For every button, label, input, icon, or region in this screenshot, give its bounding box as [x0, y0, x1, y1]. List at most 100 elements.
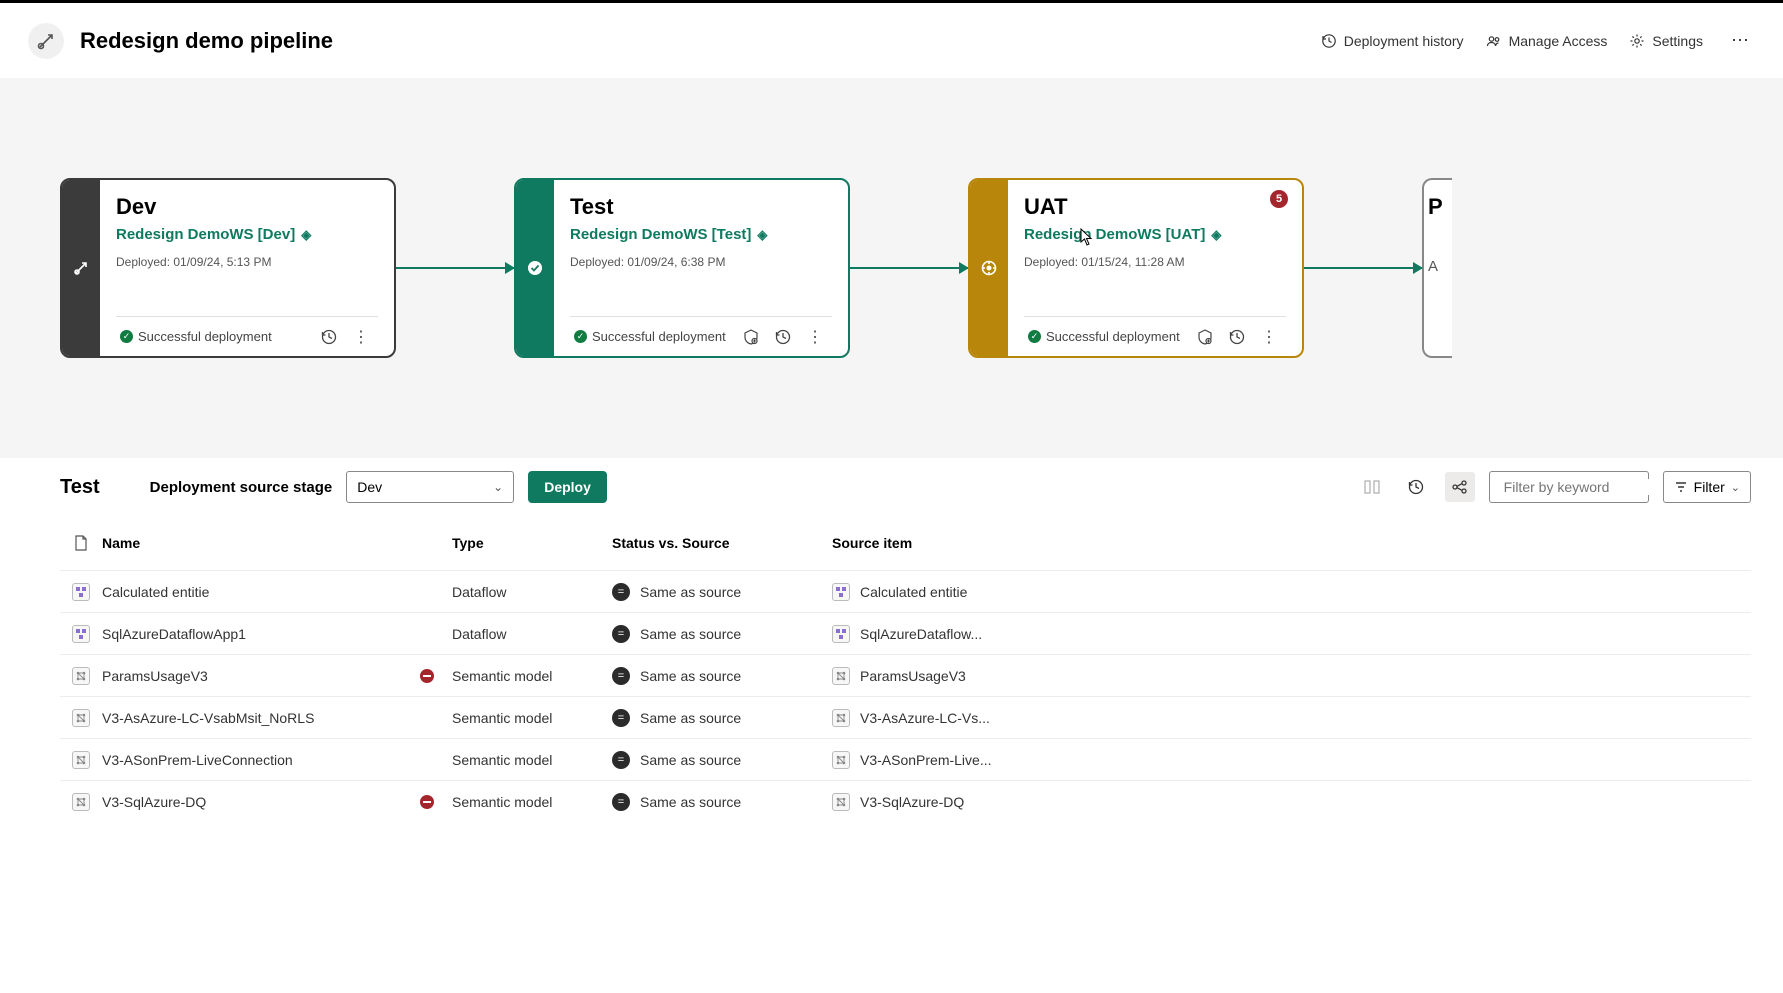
source-item-type-icon	[832, 793, 850, 811]
item-type-icon	[72, 667, 90, 685]
item-name: V3-ASonPrem-LiveConnection	[102, 752, 293, 768]
column-name[interactable]: Name	[102, 535, 452, 551]
arrow-test-to-uat	[850, 267, 968, 269]
item-name: ParamsUsageV3	[102, 668, 208, 684]
stage-workspace-link[interactable]: Redesign DemoWS [UAT] ◈	[1024, 226, 1286, 243]
item-type-icon	[72, 751, 90, 769]
item-status: Same as source	[640, 626, 741, 642]
app-header: Redesign demo pipeline Deployment histor…	[0, 3, 1783, 78]
item-status: Same as source	[640, 794, 741, 810]
pipeline-canvas: Dev Redesign DemoWS [Dev] ◈ Deployed: 01…	[0, 78, 1783, 458]
item-type: Semantic model	[452, 668, 612, 684]
source-item-type-icon	[832, 751, 850, 769]
table-row[interactable]: Calculated entitie Dataflow= Same as sourc…	[60, 570, 1751, 612]
item-name: SqlAzureDataflowApp1	[102, 626, 246, 642]
source-item-name: V3-ASonPrem-Live...	[860, 752, 992, 768]
item-name: V3-AsAzure-LC-VsabMsit_NoRLS	[102, 710, 314, 726]
history-icon	[1321, 33, 1337, 49]
items-table: Name Type Status vs. Source Source item …	[0, 516, 1783, 822]
stage-deployed-text: Deployed: 01/15/24, 11:28 AM	[1024, 255, 1286, 269]
stage-rules-button[interactable]	[738, 324, 764, 350]
same-as-source-icon: =	[612, 793, 630, 811]
header-actions: Deployment history Manage Access Setting…	[1321, 30, 1755, 51]
success-icon: ✓	[120, 330, 133, 343]
stage-history-button[interactable]	[316, 324, 342, 350]
item-type: Dataflow	[452, 626, 612, 642]
stage-test[interactable]: Test Redesign DemoWS [Test] ◈ Deployed: …	[514, 178, 850, 358]
item-type: Semantic model	[452, 710, 612, 726]
warning-icon	[420, 669, 434, 683]
item-type: Semantic model	[452, 752, 612, 768]
file-icon	[74, 535, 88, 551]
table-header: Name Type Status vs. Source Source item	[60, 516, 1751, 570]
stage-name: Test	[570, 194, 832, 220]
table-row[interactable]: V3-SqlAzure-DQSemantic model=Same as sou…	[60, 780, 1751, 822]
stage-deployed-text: Deployed: 01/09/24, 6:38 PM	[570, 255, 832, 269]
pipeline-icon	[28, 23, 64, 59]
lineage-view-button[interactable]	[1445, 472, 1475, 502]
premium-icon: ◈	[1211, 227, 1221, 243]
filter-button[interactable]: Filter ⌄	[1663, 471, 1751, 503]
column-source[interactable]: Source item	[832, 535, 1052, 551]
stage-workspace-link[interactable]: Redesign DemoWS [Dev] ◈	[116, 226, 378, 243]
column-status[interactable]: Status vs. Source	[612, 535, 832, 551]
stage-more-button[interactable]: ⋮	[348, 324, 374, 350]
compare-view-button[interactable]	[1357, 472, 1387, 502]
detail-toolbar: Test Deployment source stage Dev ⌄ Deplo…	[0, 458, 1783, 516]
item-name: V3-SqlAzure-DQ	[102, 794, 206, 810]
item-type: Dataflow	[452, 584, 612, 600]
stage-name: Dev	[116, 194, 378, 220]
table-row[interactable]: V3-AsAzure-LC-VsabMsit_NoRLS Semantic mod…	[60, 696, 1751, 738]
same-as-source-icon: =	[612, 583, 630, 601]
stage-more-button[interactable]: ⋮	[802, 324, 828, 350]
warning-icon	[420, 795, 434, 809]
item-type-icon	[72, 709, 90, 727]
manage-access-link[interactable]: Manage Access	[1486, 33, 1608, 49]
item-type-icon	[72, 793, 90, 811]
deploy-button[interactable]: Deploy	[528, 471, 607, 503]
source-item-type-icon	[832, 583, 850, 601]
stage-rules-button[interactable]	[1192, 324, 1218, 350]
column-type[interactable]: Type	[452, 535, 612, 551]
stage-deployed-text: Deployed: 01/09/24, 5:13 PM	[116, 255, 378, 269]
premium-icon: ◈	[301, 227, 311, 243]
same-as-source-icon: =	[612, 709, 630, 727]
stage-status: ✓ Successful deployment	[574, 329, 732, 344]
stage-workspace-link[interactable]: Redesign DemoWS [Test] ◈	[570, 226, 832, 243]
stage-status: ✓ Successful deployment	[120, 329, 310, 344]
history-view-button[interactable]	[1401, 472, 1431, 502]
selected-stage-label: Test	[60, 476, 100, 499]
arrow-uat-to-prod	[1304, 267, 1422, 269]
search-input[interactable]	[1489, 471, 1649, 503]
stage-dev[interactable]: Dev Redesign DemoWS [Dev] ◈ Deployed: 01…	[60, 178, 396, 358]
success-icon: ✓	[1028, 330, 1041, 343]
table-row[interactable]: SqlAzureDataflowApp1Dataflow=Same as sou…	[60, 612, 1751, 654]
stage-uat-side-icon	[970, 180, 1008, 356]
source-stage-select[interactable]: Dev ⌄	[346, 471, 514, 503]
item-status: Same as source	[640, 584, 741, 600]
item-status: Same as source	[640, 668, 741, 684]
premium-icon: ◈	[757, 227, 767, 243]
success-icon: ✓	[574, 330, 587, 343]
stage-prod-partial[interactable]: P A	[1422, 178, 1452, 358]
deployment-history-link[interactable]: Deployment history	[1321, 33, 1464, 49]
stage-dev-side-icon	[62, 180, 100, 356]
filter-icon	[1674, 480, 1688, 494]
chevron-down-icon: ⌄	[1731, 481, 1740, 494]
stage-history-button[interactable]	[770, 324, 796, 350]
stage-uat[interactable]: 5 UAT Redesign DemoWS [UAT] ◈ Deployed: …	[968, 178, 1304, 358]
table-row[interactable]: V3-ASonPrem-LiveConnection Semantic model…	[60, 738, 1751, 780]
stage-changes-badge: 5	[1270, 190, 1288, 208]
item-status: Same as source	[640, 752, 741, 768]
arrow-dev-to-test	[396, 267, 514, 269]
source-item-type-icon	[832, 709, 850, 727]
stage-more-button[interactable]: ⋮	[1256, 324, 1282, 350]
stage-history-button[interactable]	[1224, 324, 1250, 350]
settings-link[interactable]: Settings	[1629, 33, 1703, 49]
source-item-type-icon	[832, 625, 850, 643]
page-title: Redesign demo pipeline	[80, 28, 1321, 54]
header-more-button[interactable]: ⋯	[1725, 30, 1755, 51]
item-type-icon	[72, 583, 90, 601]
table-row[interactable]: ParamsUsageV3Semantic model=Same as sour…	[60, 654, 1751, 696]
source-item-name: Calculated entitie	[860, 584, 967, 600]
